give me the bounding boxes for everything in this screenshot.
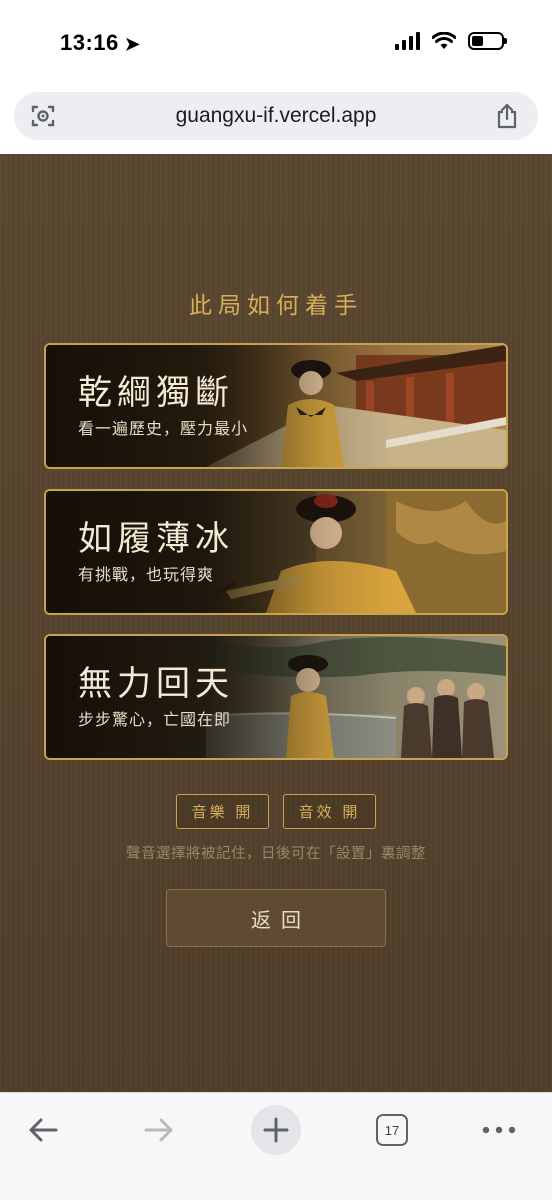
new-tab-button[interactable] (251, 1105, 301, 1155)
sfx-toggle-button[interactable]: 音效 開 (283, 794, 376, 829)
page-title: 此局如何着手 (189, 293, 363, 319)
wifi-icon (432, 32, 456, 49)
music-toggle-button[interactable]: 音樂 開 (176, 794, 269, 829)
cellular-signal-icon (395, 32, 420, 50)
game-page: 此局如何着手 乾綱獨斷 看一遍歷史，壓力最小 如履薄冰 有挑戰，也玩得爽 無力回… (0, 154, 552, 1092)
card-subtitle: 步步驚心，亡國在即 (78, 710, 232, 729)
address-bar[interactable]: guangxu-if.vercel.app (14, 92, 538, 140)
difficulty-medium-card[interactable]: 如履薄冰 有挑戰，也玩得爽 (44, 489, 508, 615)
card-title: 乾綱獨斷 (78, 373, 234, 413)
difficulty-hard-card[interactable]: 無力回天 步步驚心，亡國在即 (44, 634, 508, 760)
browser-toolbar: 17 (0, 1092, 552, 1200)
arrow-right-icon (144, 1118, 173, 1142)
tab-count: 17 (376, 1114, 408, 1146)
status-bar: 13:16 ➤ (0, 0, 552, 88)
difficulty-easy-card[interactable]: 乾綱獨斷 看一遍歷史，壓力最小 (44, 343, 508, 469)
more-dots-icon (482, 1126, 516, 1134)
battery-icon (468, 32, 507, 50)
card-title: 如履薄冰 (78, 519, 234, 559)
status-time: 13:16 ➤ (60, 30, 140, 56)
sound-hint-text: 聲音選擇將被記住，日後可在「設置」裏調整 (126, 846, 426, 862)
sound-toggles: 音樂 開 音效 開 (0, 794, 552, 829)
location-arrow-icon: ➤ (124, 34, 141, 54)
tab-switcher-button[interactable]: 17 (367, 1105, 417, 1155)
clock: 13:16 (60, 30, 119, 55)
back-nav-button[interactable] (18, 1105, 68, 1155)
url-text[interactable]: guangxu-if.vercel.app (14, 104, 538, 128)
arrow-left-icon (29, 1118, 58, 1142)
more-menu-button[interactable] (474, 1105, 524, 1155)
back-button[interactable]: 返回 (166, 889, 386, 947)
plus-icon (263, 1117, 289, 1143)
card-subtitle: 有挑戰，也玩得爽 (78, 565, 215, 584)
share-icon[interactable] (494, 102, 520, 130)
forward-nav-button[interactable] (134, 1105, 184, 1155)
card-title: 無力回天 (78, 664, 234, 704)
card-subtitle: 看一遍歷史，壓力最小 (78, 419, 249, 438)
status-icons (395, 32, 507, 50)
